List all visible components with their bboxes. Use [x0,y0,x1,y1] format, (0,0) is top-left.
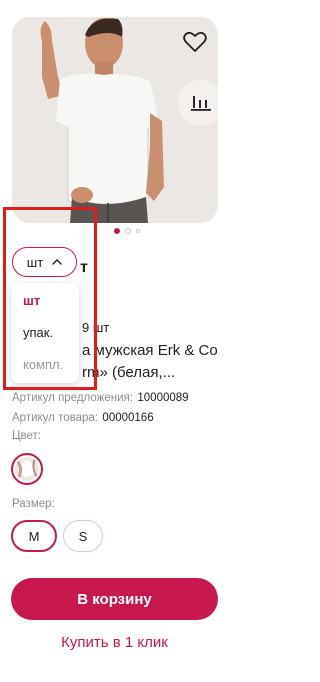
stock-count: 9 шт [82,320,110,335]
gallery-dot[interactable] [114,228,120,234]
offer-article-value: 10000089 [137,392,189,404]
offer-article-label: Артикул предложения: [12,392,133,404]
unit-option-set[interactable]: компл. [23,357,63,372]
size-label: Размер: [12,498,55,510]
item-article-label: Артикул товара: [12,412,98,424]
item-article-row: Артикул товара: 00000166 [12,408,154,426]
item-article-value: 00000166 [102,412,154,424]
unit-select[interactable]: шт [12,247,77,277]
gallery-dot[interactable] [125,228,131,234]
product-card: т 9 шт а мужская Erk & Co rm» (белая,...… [0,0,258,682]
add-to-cart-button[interactable]: В корзину [11,578,218,620]
unit-option-pcs[interactable]: шт [23,293,40,308]
size-option-s[interactable]: S [63,520,103,552]
favorite-button[interactable] [180,27,210,57]
compare-button[interactable] [178,80,218,126]
unit-select-value: шт [26,254,44,270]
color-label: Цвет: [12,430,41,442]
heart-icon [183,31,207,52]
size-option-m[interactable]: M [11,520,57,552]
color-swatch-image [15,457,39,481]
product-name-line-1: а мужская Erk & Co [82,342,218,359]
compare-bars-icon [191,96,211,111]
unit-option-pack[interactable]: упак. [23,325,53,340]
gallery-dot[interactable] [136,229,140,233]
product-image-card[interactable] [12,17,218,223]
product-name-line-2: rm» (белая,... [82,364,176,381]
buy-one-click-link[interactable]: Купить в 1 клик [11,634,218,651]
chevron-up-icon [52,259,62,265]
gallery-dots [114,228,140,234]
offer-article-row: Артикул предложения: 10000089 [12,388,189,406]
color-swatch-white[interactable] [11,453,43,485]
product-title-fragment: т [80,259,88,276]
unit-dropdown: шт упак. компл. [11,283,79,383]
